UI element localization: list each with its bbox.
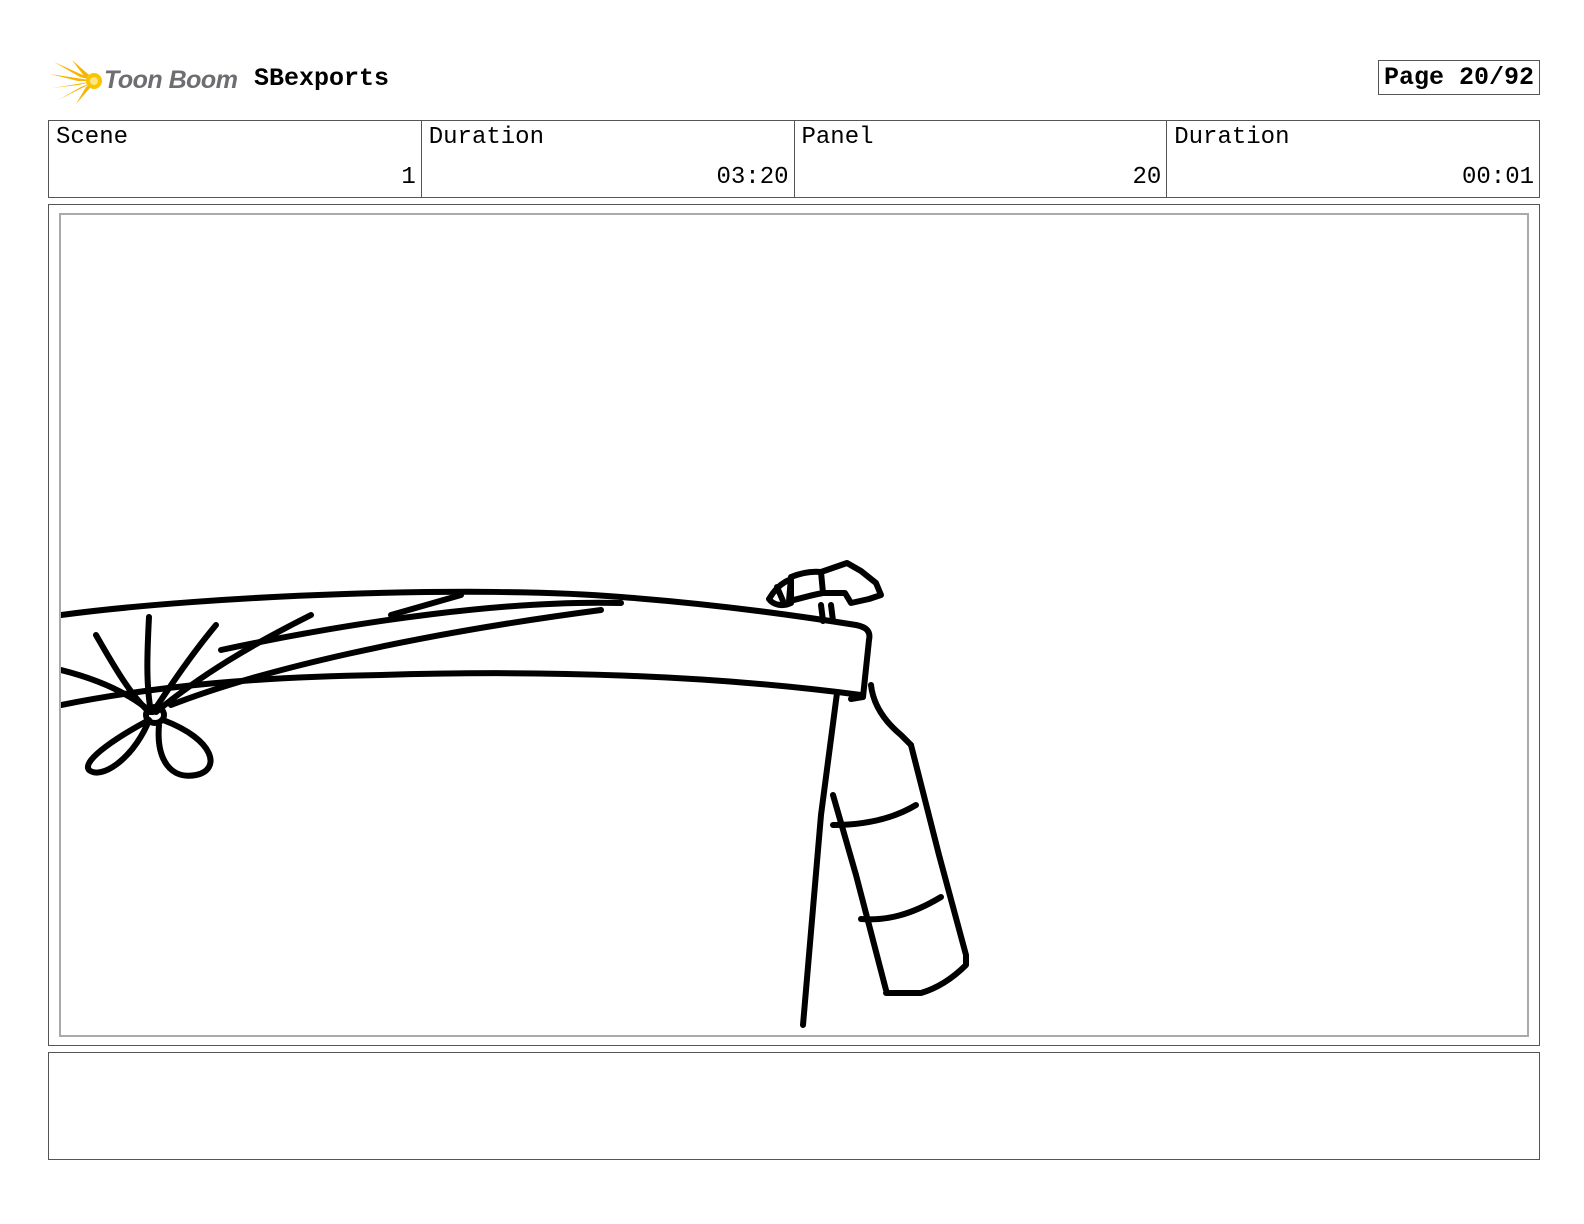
page-header: Toon Boom SBexports Page 20/92 [48, 52, 1540, 112]
panel-frame [48, 204, 1540, 1046]
scene-duration-value: 03:20 [716, 164, 789, 191]
panel-duration-cell: Duration 00:01 [1167, 121, 1539, 197]
scene-duration-label: Duration [428, 124, 544, 151]
panel-duration-label: Duration [1174, 124, 1290, 151]
toon-boom-logo: Toon Boom [50, 56, 240, 106]
storyboard-sketch [61, 560, 969, 1028]
scene-value: 1 [401, 164, 416, 191]
panel-value: 20 [1132, 164, 1162, 191]
page-number: Page 20/92 [1377, 60, 1540, 95]
scene-duration-cell: Duration 03:20 [422, 121, 795, 197]
panel-label: Panel [801, 124, 874, 151]
panel-cell: Panel 20 [795, 121, 1168, 197]
logo-text: Toon Boom [104, 66, 238, 94]
panel-duration-value: 00:01 [1461, 164, 1534, 191]
panel-image [59, 213, 1529, 1037]
star-burst-icon [50, 60, 102, 104]
notes-box [48, 1052, 1540, 1160]
scene-cell: Scene 1 [49, 121, 422, 197]
panel-info-table: Scene 1 Duration 03:20 Panel 20 Duration… [48, 120, 1540, 198]
scene-label: Scene [56, 124, 129, 151]
project-name: SBexports [254, 64, 390, 93]
